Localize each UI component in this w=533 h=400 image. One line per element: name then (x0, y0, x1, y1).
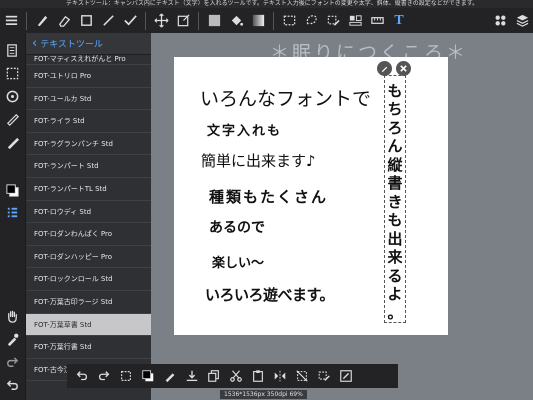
toolbar-divider (273, 11, 274, 30)
layout-icon[interactable] (344, 10, 366, 32)
font-list-item[interactable]: FOT-ロダンハッピー Pro (26, 246, 151, 269)
toolbar-divider (198, 11, 199, 30)
font-list-item[interactable]: FOT-マティスえれがんと Pro (26, 55, 151, 65)
fill-color-icon[interactable] (203, 10, 225, 32)
eyedropper-icon[interactable] (3, 330, 22, 349)
font-list-item[interactable]: FOT-万葉古印ラージ Std (26, 291, 151, 314)
font-list-item[interactable]: FOT-万葉行書 Std (26, 336, 151, 359)
canvas-text-line[interactable]: 文字入れも (207, 120, 282, 139)
ruler-tool-icon[interactable] (366, 10, 388, 32)
canvas-settings-icon[interactable] (335, 365, 357, 387)
text-tool-icon[interactable]: T (388, 10, 410, 32)
select-pen-icon[interactable] (322, 10, 344, 32)
rotate-icon[interactable] (3, 87, 22, 106)
font-list-item[interactable]: FOT-ロダンわんぱく Pro (26, 223, 151, 246)
ruler-icon[interactable] (3, 110, 22, 129)
back-chevron-icon[interactable]: ‹ (32, 36, 37, 51)
copy-icon[interactable] (203, 365, 225, 387)
redo-icon[interactable] (3, 353, 22, 372)
toolbar-divider (26, 11, 27, 30)
gradient-icon[interactable] (247, 10, 269, 32)
transform-selection-icon[interactable] (115, 365, 137, 387)
canvas-text-line[interactable]: 楽しい～ (212, 252, 264, 271)
font-list-item[interactable]: FOT-ロックンロール Std (26, 268, 151, 291)
canvas-text-line[interactable]: いろんなフォントで (200, 84, 371, 111)
edit-text-button[interactable] (377, 61, 392, 76)
canvas-text-line[interactable]: いろいろ遊べます。 (205, 284, 335, 305)
left-tool-rail (0, 33, 25, 400)
pen-icon[interactable] (3, 133, 22, 152)
top-toolbar: T (0, 8, 533, 33)
checkmark-brush-icon[interactable] (119, 10, 141, 32)
panel-title: テキストツール (40, 40, 103, 50)
line-icon[interactable] (97, 10, 119, 32)
pages-icon[interactable] (3, 41, 22, 60)
fill-selection-icon[interactable] (137, 365, 159, 387)
rectangle-icon[interactable] (75, 10, 97, 32)
brush-icon[interactable] (31, 10, 53, 32)
cut-icon[interactable] (225, 365, 247, 387)
deselect-icon[interactable] (291, 365, 313, 387)
undo-icon[interactable] (71, 365, 93, 387)
transform-icon[interactable] (172, 10, 194, 32)
close-text-button[interactable] (396, 61, 411, 76)
layer-list-icon[interactable] (3, 203, 22, 222)
undo-icon[interactable] (3, 376, 22, 395)
font-list-item[interactable]: FOT-ラグランパンチ Std (26, 133, 151, 156)
color-swatch-icon[interactable] (3, 181, 22, 200)
vertical-text-char: 。 (387, 303, 403, 322)
select-lasso-icon[interactable] (300, 10, 322, 32)
redo-icon[interactable] (93, 365, 115, 387)
canvas-text-line[interactable]: あるので (209, 217, 265, 237)
menu-icon[interactable] (0, 10, 22, 32)
materials-icon[interactable] (489, 10, 511, 32)
panel-header[interactable]: ‹ テキストツール (26, 33, 151, 55)
font-panel: ‹ テキストツール FOT-マティスえれがんと Pro FOT-ユトリロ Pro… (25, 33, 151, 400)
pen-edit-icon[interactable] (159, 365, 181, 387)
hand-icon[interactable] (3, 307, 22, 326)
font-list-item[interactable]: FOT-ユトリロ Pro (26, 65, 151, 88)
canvas-text-line[interactable]: 簡単に出来ます♪ (201, 150, 316, 171)
bottom-toolbar (67, 364, 398, 388)
tool-hint-bar: テキストツール：キャンバス内にテキスト（文字）を入れるツールです。テキスト入力後… (0, 0, 533, 8)
selection-area-icon[interactable] (3, 64, 22, 83)
paint-bucket-icon[interactable] (225, 10, 247, 32)
select-rect-icon[interactable] (278, 10, 300, 32)
font-list-item[interactable]: FOT-ランパートTL Std (26, 178, 151, 201)
font-list-item[interactable]: FOT-ユールカ Std (26, 88, 151, 111)
eraser-icon[interactable] (53, 10, 75, 32)
import-icon[interactable] (181, 365, 203, 387)
font-list-item[interactable]: FOT-ライラ Std (26, 110, 151, 133)
move-icon[interactable] (150, 10, 172, 32)
canvas-text-line[interactable]: 種類もたくさん (209, 186, 328, 207)
select-pen-edit-icon[interactable] (313, 365, 335, 387)
tool-hint-text: テキストツール：キャンバス内にテキスト（文字）を入れるツールです。テキスト入力後… (66, 0, 479, 7)
font-list-item-selected[interactable]: FOT-万葉草書 Std (26, 313, 151, 337)
font-list-item[interactable]: FOT-ランパート Std (26, 155, 151, 178)
flip-icon[interactable] (269, 365, 291, 387)
layers-icon[interactable] (511, 10, 533, 32)
font-list-item[interactable]: FOT-ロウディ Std (26, 201, 151, 224)
canvas-info: 1536*1536px 350dpi 69% (220, 390, 307, 399)
paste-icon[interactable] (247, 365, 269, 387)
toolbar-divider (145, 11, 146, 30)
